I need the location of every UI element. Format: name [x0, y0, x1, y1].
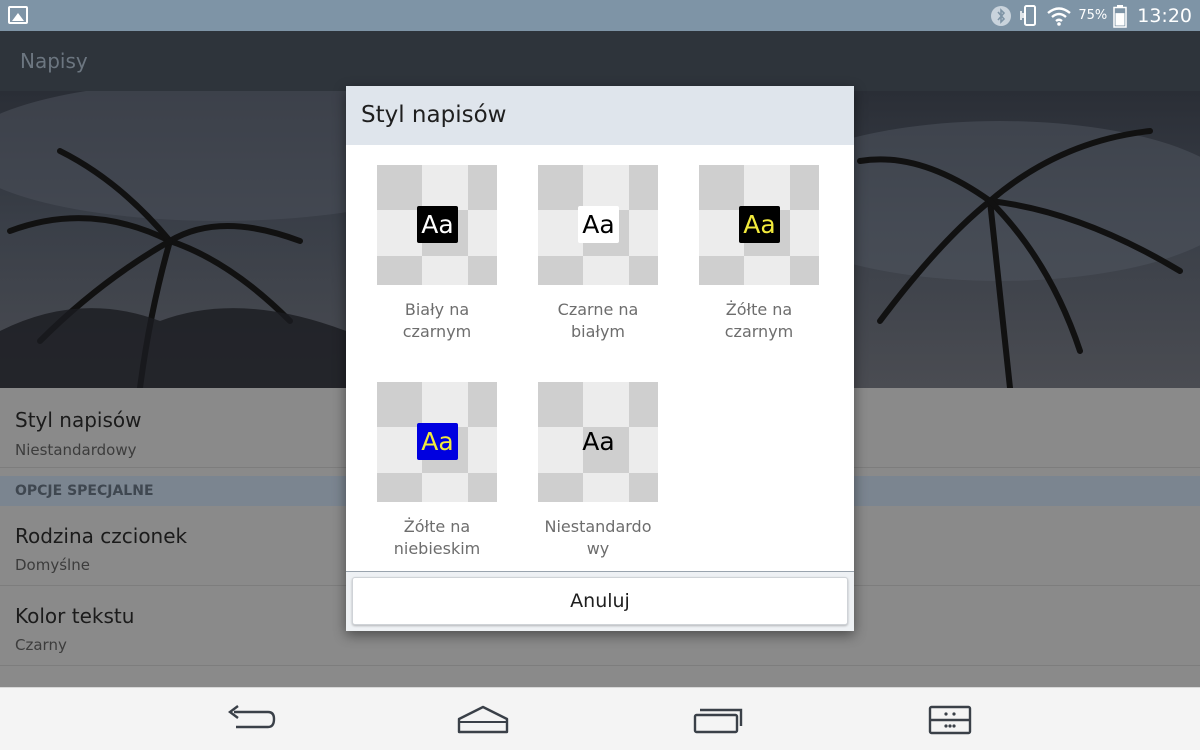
caption-style-dialog: Styl napisów Aa Biały na czarnym Aa Czarn… [346, 86, 854, 631]
setting-value: Domyślne [15, 556, 90, 574]
style-option-label: Czarne na białym [557, 300, 639, 341]
setting-title: Rodzina czcionek [15, 524, 188, 548]
dialog-footer: Anuluj [346, 572, 854, 631]
style-option-custom[interactable]: Aa Niestandardo wy [538, 382, 658, 560]
home-icon[interactable] [453, 702, 513, 738]
sample-text: Aa [578, 206, 619, 243]
section-header-label: OPCJE SPECJALNE [15, 483, 154, 499]
style-option-label: Żółte na niebieskim [393, 517, 481, 558]
vibrate-icon [1018, 4, 1040, 28]
sample-text: Aa [417, 206, 458, 243]
setting-title: Kolor tekstu [15, 604, 135, 628]
style-option-yellow-on-black[interactable]: Aa Żółte na czarnym [699, 165, 819, 343]
battery-percent: 75% [1078, 8, 1108, 23]
setting-value: Niestandardowy [15, 441, 137, 459]
dialog-options-grid: Aa Biały na czarnym Aa Czarne na białym Aa… [346, 145, 854, 571]
style-thumbnail: Aa [538, 165, 658, 285]
recent-apps-icon[interactable] [688, 702, 748, 738]
clock: 13:20 [1137, 4, 1192, 27]
style-thumbnail: Aa [377, 165, 497, 285]
style-option-label: Niestandardo wy [544, 517, 652, 558]
cancel-button[interactable]: Anuluj [352, 577, 848, 625]
back-icon[interactable] [220, 702, 280, 738]
style-option-yellow-on-blue[interactable]: Aa Żółte na niebieskim [377, 382, 497, 560]
style-option-white-on-black[interactable]: Aa Biały na czarnym [377, 165, 497, 343]
dialog-title: Styl napisów [361, 102, 507, 128]
gallery-icon [8, 6, 28, 24]
style-option-black-on-white[interactable]: Aa Czarne na białym [538, 165, 658, 343]
action-bar: Napisy [0, 31, 1200, 91]
style-thumbnail: Aa [538, 382, 658, 502]
wifi-icon [1046, 6, 1072, 26]
sample-text: Aa [582, 427, 615, 456]
page-title: Napisy [20, 49, 88, 73]
sample-text: Aa [417, 423, 458, 460]
setting-value: Czarny [15, 636, 67, 654]
style-thumbnail: Aa [377, 382, 497, 502]
setting-title: Styl napisów [15, 408, 142, 432]
navigation-bar [0, 687, 1200, 750]
bluetooth-icon [990, 5, 1012, 27]
status-bar: 75% 13:20 [0, 0, 1200, 31]
dialog-header: Styl napisów [346, 86, 854, 145]
style-option-label: Żółte na czarnym [724, 300, 794, 341]
status-icons: 75% 13:20 [990, 0, 1192, 31]
sample-text: Aa [739, 206, 780, 243]
style-thumbnail: Aa [699, 165, 819, 285]
style-option-label: Biały na czarnym [402, 300, 472, 341]
dual-window-icon[interactable] [920, 702, 980, 738]
battery-icon [1113, 4, 1127, 28]
